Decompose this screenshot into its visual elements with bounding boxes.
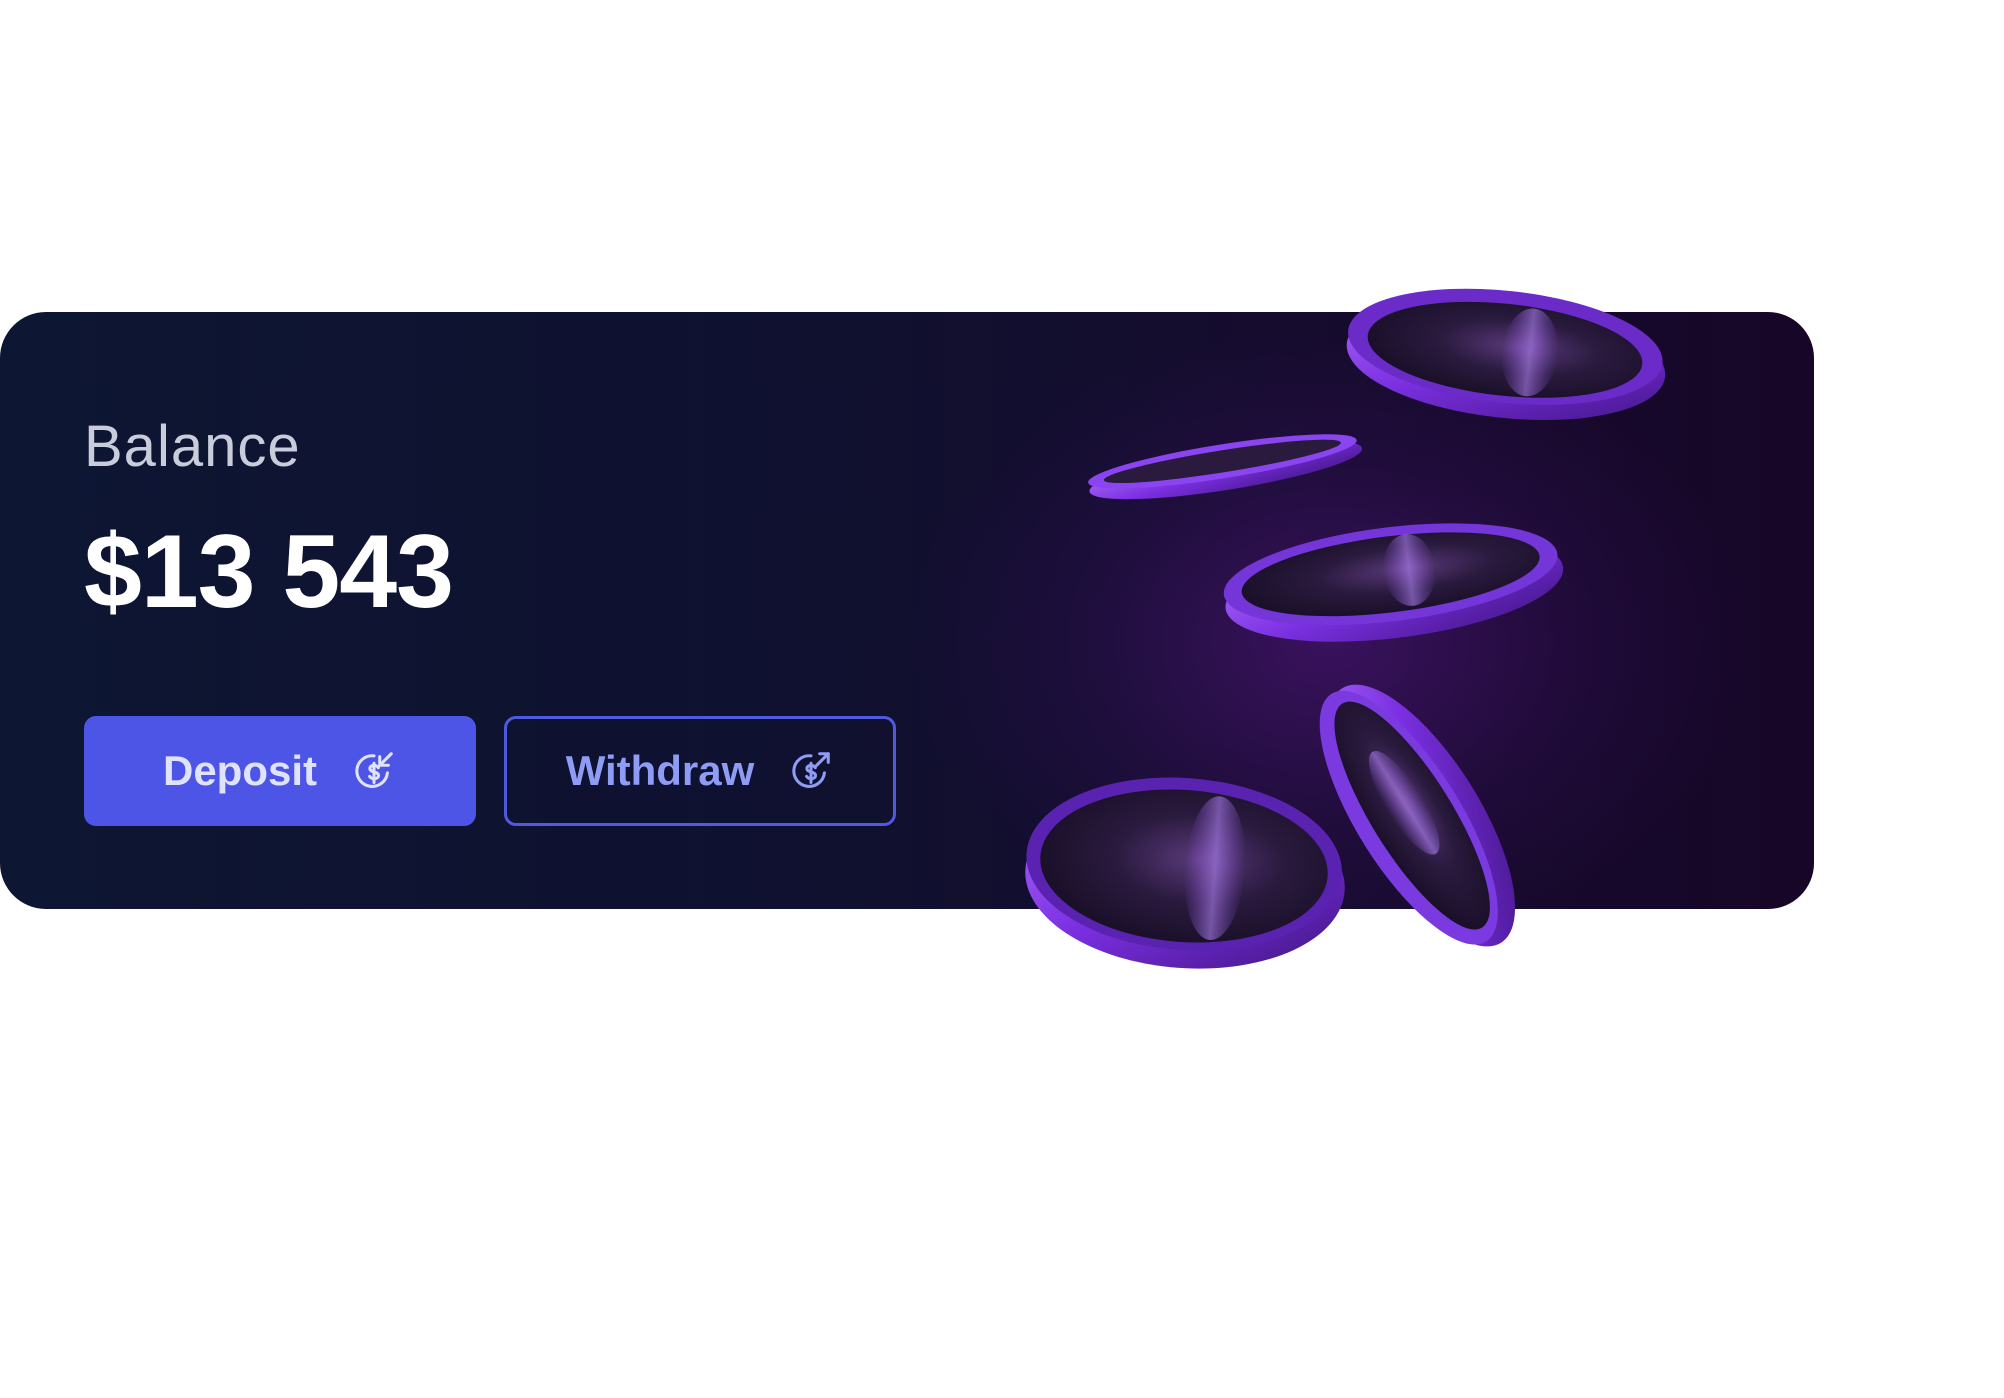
- dollar-out-arrow-icon: [792, 752, 831, 788]
- withdraw-button[interactable]: Withdraw: [504, 716, 896, 826]
- dollar-in-arrow-icon: [355, 752, 393, 788]
- balance-label: Balance: [84, 414, 301, 479]
- deposit-button[interactable]: Deposit: [84, 716, 476, 826]
- balance-widget: Balance $13 543 Deposit Withdraw: [0, 0, 2004, 1398]
- withdraw-button-label: Withdraw: [565, 747, 755, 794]
- balance-amount: $13 543: [84, 514, 454, 630]
- deposit-button-label: Deposit: [162, 747, 317, 794]
